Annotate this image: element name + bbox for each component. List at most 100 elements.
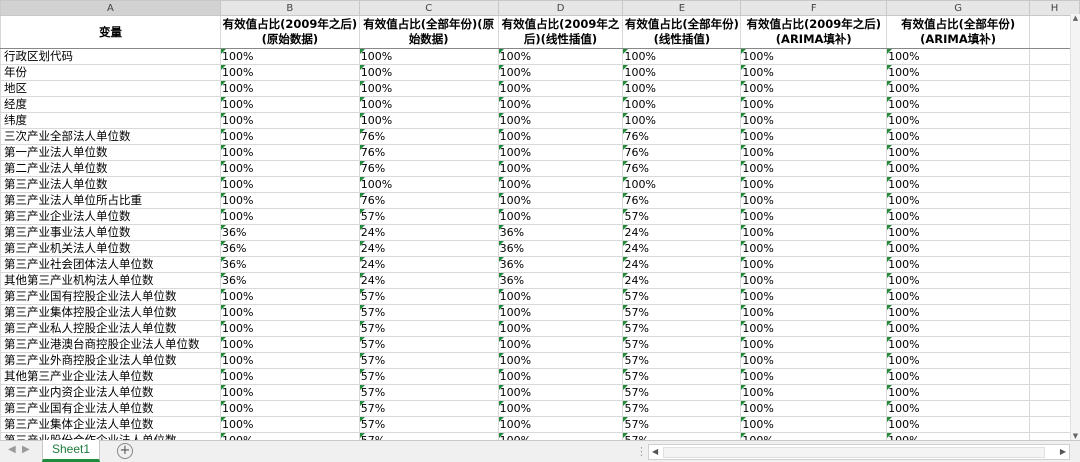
value-cell[interactable]: 36% (497, 240, 624, 257)
value-cell[interactable]: 24% (358, 240, 499, 257)
value-cell[interactable]: 24% (622, 272, 742, 289)
value-cell[interactable]: 100% (358, 80, 499, 97)
value-cell[interactable]: 100% (219, 336, 360, 353)
variable-cell[interactable]: 其他第三产业企业法人单位数 (0, 368, 221, 385)
value-cell[interactable]: 76% (622, 192, 742, 209)
value-cell[interactable]: 100% (886, 208, 1031, 225)
value-cell[interactable]: 100% (622, 80, 742, 97)
value-cell[interactable]: 100% (740, 432, 888, 440)
value-cell[interactable]: 100% (740, 304, 888, 321)
value-cell[interactable]: 100% (219, 48, 360, 65)
scroll-up-icon[interactable]: ▲ (1071, 14, 1080, 22)
value-cell[interactable]: 100% (358, 112, 499, 129)
value-cell[interactable]: 24% (622, 240, 742, 257)
value-cell[interactable]: 100% (497, 416, 624, 433)
column-header-a[interactable]: A (0, 0, 221, 16)
variable-cell[interactable]: 第三产业股份合作企业法人单位数 (0, 432, 221, 440)
value-cell[interactable]: 100% (886, 64, 1031, 81)
variable-cell[interactable]: 经度 (0, 96, 221, 113)
sheet-tab[interactable]: Sheet1 (42, 440, 100, 462)
value-cell[interactable]: 57% (622, 416, 742, 433)
header-cell[interactable]: 有效值占比(2009年之后)(原始数据) (219, 15, 360, 49)
value-cell[interactable]: 57% (358, 432, 499, 440)
value-cell[interactable]: 100% (740, 224, 888, 241)
value-cell[interactable]: 100% (740, 352, 888, 369)
value-cell[interactable]: 100% (740, 272, 888, 289)
value-cell[interactable]: 100% (740, 256, 888, 273)
variable-cell[interactable]: 第一产业法人单位数 (0, 144, 221, 161)
value-cell[interactable]: 100% (358, 96, 499, 113)
value-cell[interactable]: 57% (358, 352, 499, 369)
value-cell[interactable]: 57% (358, 336, 499, 353)
value-cell[interactable]: 57% (622, 368, 742, 385)
value-cell[interactable]: 100% (886, 240, 1031, 257)
value-cell[interactable]: 100% (358, 64, 499, 81)
scroll-thumb[interactable] (663, 447, 1045, 458)
value-cell[interactable]: 24% (358, 256, 499, 273)
value-cell[interactable]: 100% (497, 128, 624, 145)
value-cell[interactable]: 100% (886, 192, 1031, 209)
value-cell[interactable]: 100% (886, 384, 1031, 401)
value-cell[interactable]: 100% (622, 48, 742, 65)
value-cell[interactable]: 100% (497, 400, 624, 417)
value-cell[interactable]: 100% (497, 352, 624, 369)
value-cell[interactable]: 57% (622, 208, 742, 225)
value-cell[interactable]: 100% (497, 144, 624, 161)
value-cell[interactable]: 100% (740, 336, 888, 353)
value-cell[interactable]: 100% (740, 64, 888, 81)
value-cell[interactable]: 100% (740, 48, 888, 65)
column-header-c[interactable]: C (358, 0, 499, 16)
value-cell[interactable]: 76% (358, 144, 499, 161)
value-cell[interactable]: 24% (622, 224, 742, 241)
value-cell[interactable]: 100% (886, 96, 1031, 113)
value-cell[interactable]: 100% (740, 160, 888, 177)
value-cell[interactable]: 100% (622, 96, 742, 113)
value-cell[interactable]: 100% (219, 416, 360, 433)
value-cell[interactable]: 100% (219, 384, 360, 401)
value-cell[interactable]: 57% (622, 288, 742, 305)
variable-cell[interactable]: 第三产业内资企业法人单位数 (0, 384, 221, 401)
value-cell[interactable]: 100% (497, 336, 624, 353)
value-cell[interactable]: 100% (886, 304, 1031, 321)
value-cell[interactable]: 57% (358, 384, 499, 401)
value-cell[interactable]: 24% (358, 272, 499, 289)
value-cell[interactable]: 57% (622, 320, 742, 337)
value-cell[interactable]: 36% (497, 256, 624, 273)
value-cell[interactable]: 100% (219, 64, 360, 81)
value-cell[interactable]: 100% (886, 432, 1031, 440)
value-cell[interactable]: 57% (622, 400, 742, 417)
value-cell[interactable]: 57% (358, 320, 499, 337)
value-cell[interactable]: 100% (219, 128, 360, 145)
variable-cell[interactable]: 纬度 (0, 112, 221, 129)
value-cell[interactable]: 100% (358, 48, 499, 65)
column-header-b[interactable]: B (219, 0, 360, 16)
value-cell[interactable]: 100% (497, 304, 624, 321)
value-cell[interactable]: 100% (740, 128, 888, 145)
variable-cell[interactable]: 第三产业社会团体法人单位数 (0, 256, 221, 273)
value-cell[interactable]: 100% (886, 336, 1031, 353)
value-cell[interactable]: 100% (219, 112, 360, 129)
value-cell[interactable]: 100% (219, 192, 360, 209)
value-cell[interactable]: 57% (622, 336, 742, 353)
variable-cell[interactable]: 地区 (0, 80, 221, 97)
value-cell[interactable]: 100% (886, 112, 1031, 129)
value-cell[interactable]: 100% (219, 160, 360, 177)
value-cell[interactable]: 100% (886, 416, 1031, 433)
value-cell[interactable]: 76% (358, 160, 499, 177)
value-cell[interactable]: 100% (219, 368, 360, 385)
value-cell[interactable]: 57% (622, 384, 742, 401)
value-cell[interactable]: 36% (497, 224, 624, 241)
variable-cell[interactable]: 第三产业法人单位所占比重 (0, 192, 221, 209)
scroll-down-icon[interactable]: ▼ (1071, 432, 1080, 440)
value-cell[interactable]: 100% (219, 208, 360, 225)
value-cell[interactable]: 100% (497, 192, 624, 209)
tab-next-icon[interactable]: ▶ (22, 444, 30, 455)
value-cell[interactable]: 100% (219, 320, 360, 337)
value-cell[interactable]: 57% (358, 304, 499, 321)
variable-cell[interactable]: 第三产业港澳台商控股企业法人单位数 (0, 336, 221, 353)
column-header-g[interactable]: G (886, 0, 1031, 16)
value-cell[interactable]: 100% (622, 112, 742, 129)
vertical-scrollbar[interactable]: ▲ ▼ (1070, 14, 1080, 440)
variable-cell[interactable]: 第三产业国有企业法人单位数 (0, 400, 221, 417)
header-cell[interactable]: 变量 (0, 15, 221, 49)
